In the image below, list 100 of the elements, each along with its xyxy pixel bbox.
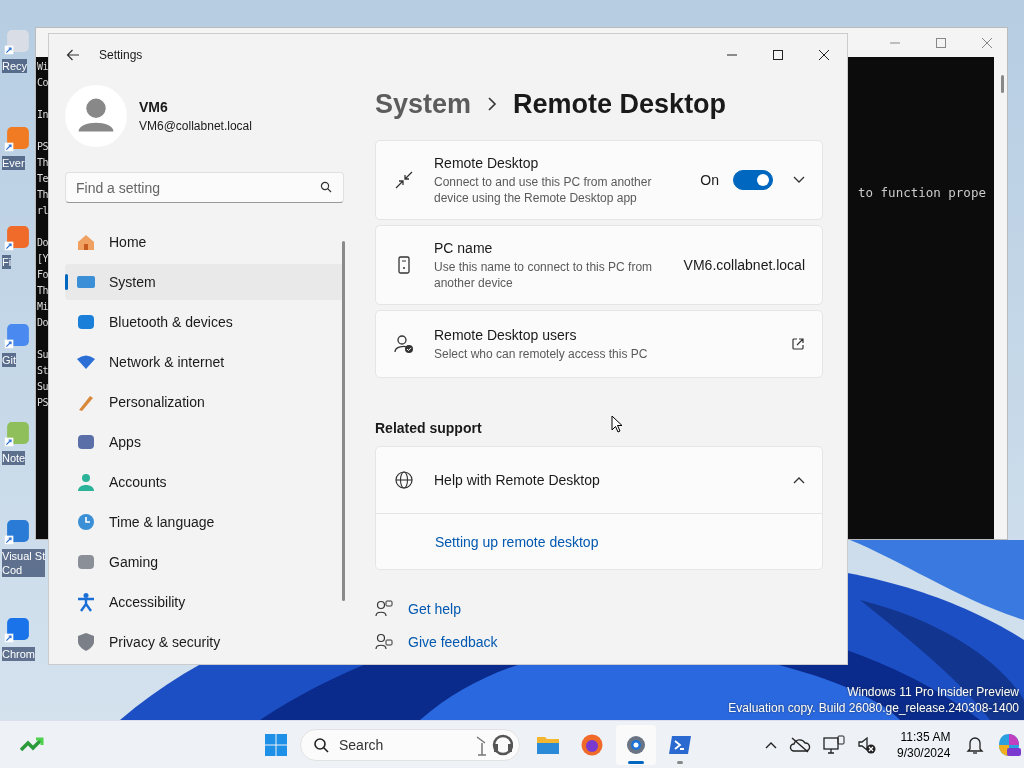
scrollbar[interactable] (1001, 75, 1004, 93)
external-link-icon[interactable] (791, 337, 805, 351)
search-field[interactable]: Find a setting (65, 172, 344, 203)
terminal-text: Th (37, 188, 49, 202)
category-icon (76, 512, 96, 532)
category-icon (76, 472, 96, 492)
cloud-off-icon[interactable] (789, 737, 811, 753)
speaker-muted-icon[interactable] (857, 735, 877, 755)
section-heading: Related support (375, 420, 482, 436)
page-title: Remote Desktop (513, 88, 727, 120)
network-icon[interactable] (823, 735, 845, 755)
chevron-down-icon[interactable] (793, 176, 805, 184)
window-title: Settings (99, 48, 143, 62)
setting-description: Connect to and use this PC from another device using the Remote Desktop app (434, 173, 653, 206)
remote-arrows-icon (394, 170, 414, 190)
chevron-right-icon (487, 97, 498, 111)
setting-description: Use this name to connect to this PC from another device (434, 258, 654, 291)
terminal-text: PS (37, 140, 49, 154)
account-email: VM6@collabnet.local (139, 119, 252, 133)
search-icon (313, 737, 329, 753)
globe-icon (394, 470, 414, 490)
app-shortcut-icon[interactable] (4, 321, 32, 349)
category-icon (76, 232, 96, 252)
nav-item[interactable]: Apps (65, 424, 344, 460)
pc-name-value: VM6.collabnet.local (683, 257, 805, 273)
nav-item[interactable]: Gaming (65, 544, 344, 580)
avatar-icon (65, 85, 127, 147)
setting-card[interactable]: Remote Desktop users Select who can remotely access this PC (375, 310, 823, 378)
terminal-text: St (37, 364, 49, 378)
selection-indicator (65, 274, 68, 290)
terminal-text: Do (37, 236, 49, 250)
shortcut-label[interactable]: Note (2, 451, 26, 465)
nav-item[interactable]: Privacy & security (65, 624, 344, 660)
shortcut-label[interactable]: Git (2, 353, 17, 367)
footer-link[interactable]: Give feedback (408, 634, 498, 650)
gear-icon[interactable] (616, 725, 656, 765)
setting-title: Remote Desktop (434, 154, 540, 171)
shortcut-label[interactable]: Chrom (2, 647, 35, 661)
terminal-text: Su (37, 380, 49, 394)
shortcut-label[interactable]: Recy (2, 59, 28, 73)
nav-item[interactable]: Accessibility (65, 584, 344, 620)
taskbar-search[interactable]: Search (300, 729, 520, 761)
shortcut-label[interactable]: Ever (2, 156, 25, 170)
build-info-text: Windows 11 Pro Insider Preview (847, 684, 1019, 700)
toggle-state-label: On (700, 172, 719, 188)
footer-link[interactable]: Get help (408, 601, 461, 617)
toggle-switch[interactable] (733, 170, 773, 190)
stock-chart-icon[interactable] (20, 737, 44, 753)
mouse-cursor-icon (611, 415, 623, 433)
chevron-up-icon[interactable] (765, 741, 777, 749)
setting-card[interactable]: PC name Use this name to connect to this PC from another device VM6.collabnet.local (375, 225, 823, 305)
terminal-text: to function prope (858, 185, 986, 201)
nav-item[interactable]: Time & language (65, 504, 344, 540)
terminal-text: PS (37, 396, 49, 410)
setting-card[interactable]: Remote Desktop Connect to and use this PC from another device using the Remote Desktop app On (375, 140, 823, 220)
chevron-up-icon[interactable] (793, 476, 805, 484)
setting-description: Select who can remotely access this PC (434, 345, 649, 362)
start-icon[interactable] (264, 733, 288, 757)
setting-title: Remote Desktop users (434, 326, 578, 343)
app-shortcut-icon[interactable] (4, 517, 32, 545)
feedback-person-icon (375, 633, 393, 651)
terminal-text: Th (37, 284, 49, 298)
nav-item[interactable]: Personalization (65, 384, 344, 420)
nav-item[interactable]: Network & internet (65, 344, 344, 380)
user-check-icon (394, 334, 414, 354)
scrollbar[interactable] (342, 241, 345, 601)
nav-item[interactable]: Bluetooth & devices (65, 304, 344, 340)
help-link[interactable]: Setting up remote desktop (435, 533, 599, 550)
terminal-text: Wi (37, 60, 49, 74)
terminal-text: Th (37, 156, 49, 170)
help-person-icon (375, 600, 393, 618)
nav-item[interactable]: Accounts (65, 464, 344, 500)
terminal-text: In (37, 108, 49, 122)
terminal-text: [Y (37, 252, 49, 266)
expander-title: Help with Remote Desktop (434, 472, 600, 488)
terminal-text: Mi (37, 300, 49, 314)
search-icon (320, 181, 332, 193)
terminal-text: Te (37, 172, 49, 186)
copilot-icon[interactable] (996, 732, 1023, 758)
terminal-text: Fo (37, 268, 49, 282)
build-info-text: Evaluation copy. Build 26080.ge_release.240308-1400 (728, 700, 1019, 716)
app-shortcut-icon[interactable] (4, 615, 32, 643)
nav-item[interactable]: Home (65, 224, 344, 260)
category-icon (76, 632, 96, 652)
breadcrumb-parent[interactable]: System (375, 88, 472, 120)
clock-date[interactable]: 9/30/2024 (897, 745, 951, 761)
terminal-text: Do (37, 316, 49, 330)
category-icon (76, 432, 96, 452)
back-arrow-icon[interactable] (66, 48, 80, 62)
terminal-text: rl (37, 204, 49, 218)
nav-item[interactable]: System (65, 264, 344, 300)
expander-header[interactable]: Help with Remote Desktop (375, 446, 823, 514)
close-icon[interactable] (818, 49, 830, 61)
shortcut-label[interactable]: Fi (2, 255, 12, 269)
app-shortcut-icon[interactable] (4, 223, 32, 251)
clock-time[interactable]: 11:35 AM (900, 729, 951, 745)
setting-title: PC name (434, 239, 494, 256)
app-shortcut-icon[interactable] (4, 124, 32, 152)
maximize-icon[interactable] (772, 49, 784, 61)
bell-icon[interactable] (966, 735, 985, 755)
